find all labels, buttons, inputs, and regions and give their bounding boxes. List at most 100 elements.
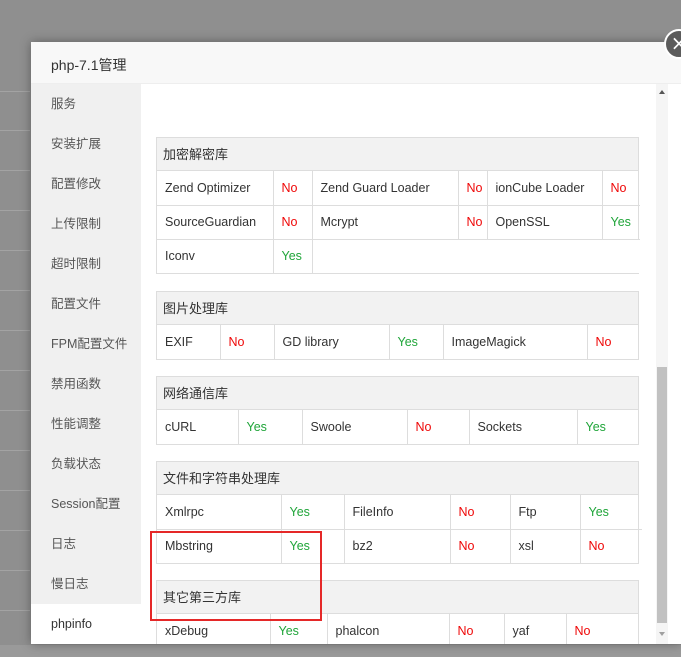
extension-name: cURL xyxy=(157,410,239,444)
backdrop-divider xyxy=(0,530,30,531)
backdrop-divider xyxy=(0,91,30,92)
sidebar-item[interactable]: 日志 xyxy=(31,524,141,564)
section-network: 网络通信库 cURL Yes Swoole No Sockets Yes xyxy=(156,376,640,445)
backdrop-divider xyxy=(0,330,30,331)
extension-table: Xmlrpc Yes FileInfo No Ftp Yes Mbstring Yes bz2 N… xyxy=(157,495,642,563)
table-row: cURL Yes Swoole No Sockets Yes xyxy=(157,410,640,444)
dialog-title: php-7.1管理 xyxy=(51,57,127,73)
extension-name: GD library xyxy=(273,325,390,359)
section-title: 加密解密库 xyxy=(157,138,638,171)
extension-status: Yes xyxy=(579,495,642,530)
sidebar-item[interactable]: phpinfo xyxy=(31,604,141,644)
scroll-down-arrow-icon[interactable] xyxy=(659,632,665,636)
extension-status: No xyxy=(457,171,488,206)
php-manager-dialog: php-7.1管理 服务 安装扩展 配置修改 上传限制 超时限制 配置文件 FPM配置文件禁… xyxy=(31,42,681,644)
sidebar-item[interactable]: FPM配置文件 xyxy=(31,324,141,364)
section-title: 文件和字符串处理库 xyxy=(157,462,638,495)
extension-name: xsl xyxy=(509,528,581,563)
extension-status: No xyxy=(579,528,642,563)
extension-status: Yes xyxy=(576,410,640,444)
backdrop-divider xyxy=(0,290,30,291)
sidebar-item[interactable]: Session配置 xyxy=(31,484,141,524)
extension-status: No xyxy=(449,528,511,563)
extension-status: No xyxy=(272,171,313,206)
sidebar-item[interactable]: 上传限制 xyxy=(31,204,141,244)
section-thirdparty: 其它第三方库 xDebug Yes phalcon No yaf No xyxy=(156,580,642,644)
extension-table: Zend Optimizer No Zend Guard Loader No ionCu… xyxy=(157,171,640,273)
extension-table: cURL Yes Swoole No Sockets Yes xyxy=(157,410,640,444)
extension-name: phalcon xyxy=(326,614,450,644)
extension-table: xDebug Yes phalcon No yaf No xyxy=(157,614,642,644)
extension-status: Yes xyxy=(237,410,303,444)
extension-name: Ftp xyxy=(509,495,581,530)
extension-name: SourceGuardian xyxy=(157,204,274,240)
sidebar-item[interactable]: 慢日志 xyxy=(31,564,141,604)
extension-status: No xyxy=(448,614,505,644)
sidebar-nav: 服务 安装扩展 配置修改 上传限制 超时限制 配置文件 FPM配置文件 禁用函数 性能调整 负载状… xyxy=(31,84,141,644)
backdrop-divider xyxy=(0,410,30,411)
sidebar-item[interactable]: 配置修改 xyxy=(31,164,141,204)
dialog-header: php-7.1管理 xyxy=(31,42,681,84)
table-row: EXIF No GD library Yes ImageMagick No xyxy=(157,325,640,359)
section-image: 图片处理库 EXIF No GD library Yes ImageMagick No xyxy=(156,291,640,360)
extension-name: Swoole xyxy=(301,410,408,444)
extension-name: Iconv xyxy=(157,238,274,273)
section-crypto: 加密解密库 Zend Optimizer No Zend Guard Loader N… xyxy=(156,137,640,274)
backdrop-divider xyxy=(0,210,30,211)
sidebar-item[interactable]: 超时限制 xyxy=(31,244,141,284)
section-title: 网络通信库 xyxy=(157,377,638,410)
backdrop-divider xyxy=(0,450,30,451)
extension-name: EXIF xyxy=(157,325,221,359)
sidebar-item[interactable]: 配置文件 xyxy=(31,284,141,324)
extension-status: No xyxy=(457,204,488,240)
table-row: SourceGuardian No Mcrypt No OpenSSL Yes xyxy=(157,204,640,240)
sidebar-item[interactable]: 安装扩展 xyxy=(31,124,141,164)
scrollbar-thumb[interactable] xyxy=(657,367,667,623)
extension-status: Yes xyxy=(280,528,345,563)
table-row: xDebug Yes phalcon No yaf No xyxy=(157,614,642,644)
section-title: 图片处理库 xyxy=(157,292,638,325)
backdrop-divider xyxy=(0,370,30,371)
extension-name: FileInfo xyxy=(343,495,451,530)
extension-status: Yes xyxy=(269,614,328,644)
extension-name: bz2 xyxy=(343,528,451,563)
backdrop-divider xyxy=(0,130,30,131)
sidebar-item[interactable]: 服务 xyxy=(31,84,141,124)
section-string: 文件和字符串处理库 Xmlrpc Yes FileInfo No Ftp Yes Mbstr… xyxy=(156,461,642,564)
backdrop-divider xyxy=(0,610,30,611)
extension-status: Yes xyxy=(388,325,444,359)
extension-name: Xmlrpc xyxy=(157,495,282,530)
extension-status: No xyxy=(586,325,640,359)
extension-status: Yes xyxy=(280,495,345,530)
extension-name: Mbstring xyxy=(157,528,282,563)
extension-status: Yes xyxy=(272,238,313,273)
vertical-scrollbar[interactable] xyxy=(656,84,668,644)
extension-status: No xyxy=(219,325,275,359)
extension-status: No xyxy=(449,495,511,530)
extension-name: Sockets xyxy=(468,410,578,444)
extension-name: Mcrypt xyxy=(311,204,459,240)
empty-cell xyxy=(311,238,640,273)
sidebar-item[interactable]: 性能调整 xyxy=(31,404,141,444)
extension-name: Zend Optimizer xyxy=(157,171,274,206)
scroll-up-arrow-icon[interactable] xyxy=(659,90,665,94)
sidebar-item[interactable]: 禁用函数 xyxy=(31,364,141,404)
extension-status: No xyxy=(406,410,470,444)
table-row: Zend Optimizer No Zend Guard Loader No ionCu… xyxy=(157,171,640,206)
extension-name: ImageMagick xyxy=(442,325,588,359)
extension-name: OpenSSL xyxy=(486,204,603,240)
table-row: Xmlrpc Yes FileInfo No Ftp Yes xyxy=(157,495,642,530)
extension-name: ionCube Loader xyxy=(486,171,603,206)
backdrop-bottom-strip xyxy=(0,645,681,657)
backdrop-divider xyxy=(0,170,30,171)
extension-status: No xyxy=(565,614,642,644)
backdrop-divider xyxy=(0,570,30,571)
backdrop-divider xyxy=(0,490,30,491)
section-title: 其它第三方库 xyxy=(157,581,638,614)
extension-name: Zend Guard Loader xyxy=(311,171,459,206)
extension-name: yaf xyxy=(503,614,567,644)
sidebar-item[interactable]: 负载状态 xyxy=(31,444,141,484)
extension-status: Yes xyxy=(601,204,640,240)
backdrop-divider xyxy=(0,250,30,251)
table-row: Iconv Yes xyxy=(157,238,640,273)
